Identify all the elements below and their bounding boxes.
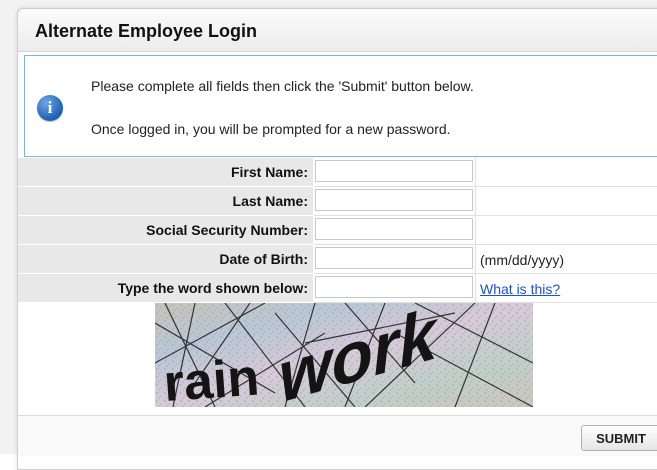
last-name-label-cell: Last Name:	[18, 187, 313, 216]
svg-text:rain: rain	[162, 348, 261, 407]
captcha-graphic: rain work	[154, 292, 534, 418]
cell-divider	[475, 158, 476, 186]
ssn-label: Social Security Number:	[146, 222, 308, 238]
captcha-input-cell: What is this?	[314, 274, 657, 303]
captcha-input[interactable]	[315, 276, 473, 298]
captcha-image: rain work	[154, 292, 534, 418]
dob-label-cell: Date of Birth:	[18, 245, 313, 274]
cell-divider	[475, 187, 476, 215]
first-name-input[interactable]	[315, 160, 473, 182]
ssn-label-cell: Social Security Number:	[18, 216, 313, 245]
cell-divider	[475, 216, 476, 244]
dob-row: Date of Birth: (mm/dd/yyyy)	[18, 245, 657, 274]
cell-divider	[475, 274, 476, 302]
first-name-label-cell: First Name:	[18, 158, 313, 187]
ssn-input[interactable]	[315, 218, 473, 240]
ssn-row: Social Security Number:	[18, 216, 657, 245]
info-message-box: i Please complete all fields then click …	[24, 55, 657, 157]
dob-input-cell: (mm/dd/yyyy)	[314, 245, 657, 274]
form-footer: SUBMIT	[18, 415, 657, 456]
ssn-input-cell	[314, 216, 657, 245]
panel-header: Alternate Employee Login	[18, 9, 657, 52]
last-name-input[interactable]	[315, 189, 473, 211]
last-name-input-cell	[314, 187, 657, 216]
captcha-label-cell: Type the word shown below:	[18, 274, 313, 303]
panel-title: Alternate Employee Login	[35, 21, 258, 41]
last-name-label: Last Name:	[232, 193, 308, 209]
captcha-label: Type the word shown below:	[117, 280, 308, 296]
captcha-row: Type the word shown below: What is this?	[18, 274, 657, 303]
submit-button[interactable]: SUBMIT	[581, 425, 657, 451]
login-panel: Alternate Employee Login i Please comple…	[17, 8, 657, 470]
info-icon: i	[37, 95, 63, 121]
cell-divider	[475, 245, 476, 273]
dob-label: Date of Birth:	[219, 251, 308, 267]
last-name-row: Last Name:	[18, 187, 657, 216]
info-password-note: Once logged in, you will be prompted for…	[91, 121, 451, 137]
dob-input[interactable]	[315, 247, 473, 269]
what-is-this-link[interactable]: What is this?	[480, 281, 560, 297]
dob-format-hint: (mm/dd/yyyy)	[480, 252, 564, 268]
info-instruction-text: Please complete all fields then click th…	[91, 78, 474, 94]
first-name-row: First Name:	[18, 158, 657, 187]
first-name-input-cell	[314, 158, 657, 187]
first-name-label: First Name:	[230, 164, 308, 180]
